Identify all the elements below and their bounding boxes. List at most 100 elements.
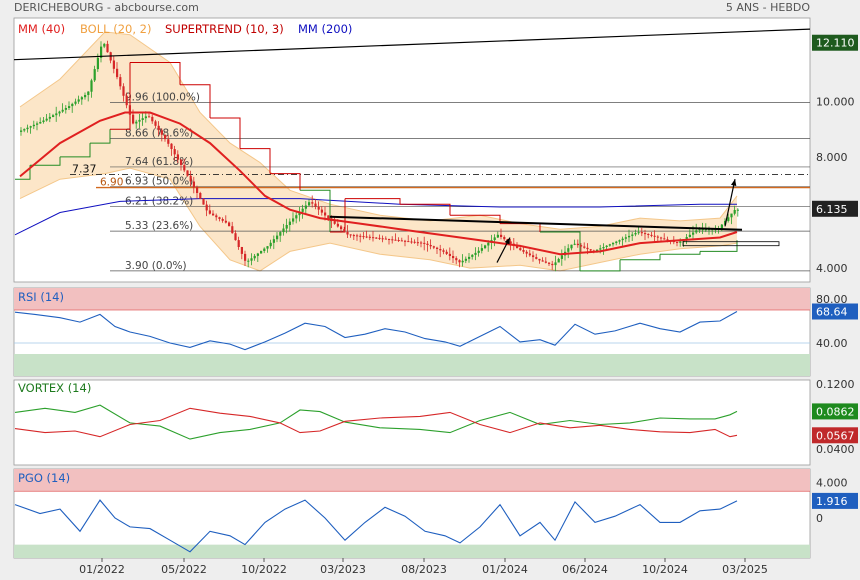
pgo-title: PGO (14) [18, 471, 70, 485]
chart-root: DERICHEBOURG - abcbourse.com 5 ANS - HEB… [0, 0, 860, 580]
candle-body [660, 237, 663, 239]
candle-body [400, 240, 403, 242]
chart-svg: 9.96 (100.0%)8.66 (78.6%)7.64 (61.8%)6.9… [13, 17, 858, 576]
candle-body [621, 238, 624, 241]
candle-body [378, 237, 381, 239]
candle-body [560, 255, 563, 259]
panel-vortex [13, 379, 811, 466]
legend-entry: MM (40) [18, 22, 65, 36]
candle-body [333, 221, 336, 224]
vortex-minus-label: 0.0567 [816, 429, 855, 442]
candle-body [356, 235, 359, 237]
candle-body [228, 222, 231, 227]
candle-body [429, 245, 432, 247]
candle-body [221, 219, 224, 221]
y-tick-label: 0.0400 [816, 443, 855, 456]
candle-body [464, 258, 467, 261]
y-tick-label: 6.135 [816, 203, 848, 216]
candle-body [644, 233, 647, 235]
candle-body [87, 91, 90, 95]
candle-body [554, 262, 557, 266]
candle-body [292, 218, 295, 222]
candle-body [580, 245, 583, 247]
candle-body [647, 234, 650, 235]
candle-body [160, 130, 163, 135]
legend-entry: SUPERTREND (10, 3) [165, 22, 284, 36]
candle-body [231, 226, 234, 234]
candle-body [74, 101, 77, 104]
candle-body [608, 244, 611, 246]
candle-body [432, 246, 435, 248]
candle-body [250, 258, 253, 261]
candle-body [362, 236, 365, 238]
candle-body [90, 80, 93, 92]
candle-body [343, 229, 346, 232]
candle-body [183, 165, 186, 171]
candle-body [570, 244, 573, 249]
candle-body [663, 238, 666, 240]
candle-body [112, 60, 115, 69]
candle-body [653, 235, 656, 237]
candle-body [125, 95, 128, 106]
candle-body [96, 57, 99, 70]
candle-body [519, 248, 522, 250]
candle-body [52, 115, 55, 117]
candle-body [496, 234, 499, 238]
candle-body [452, 256, 455, 259]
candle-body [404, 240, 407, 242]
candle-body [311, 202, 314, 204]
vortex-plus-label: 0.0862 [816, 405, 855, 418]
candle-body [141, 118, 144, 120]
candle-body [586, 247, 589, 250]
candle-body [157, 125, 160, 131]
rsi-title: RSI (14) [18, 290, 64, 304]
x-tick-label: 10/2022 [241, 563, 287, 576]
fib-label: 3.90 (0.0%) [125, 260, 187, 272]
candle-body [93, 69, 96, 81]
candle-body [445, 251, 448, 254]
candle-body [314, 203, 317, 207]
x-tick-label: 01/2022 [79, 563, 125, 576]
candle-body [442, 250, 445, 252]
fib-label: 6.93 (50.0%) [125, 176, 193, 188]
candle-body [688, 234, 691, 237]
candle-body [186, 170, 189, 176]
candle-body [676, 242, 679, 243]
candle-body [263, 248, 266, 251]
candle-body [116, 68, 119, 78]
candle-body [349, 234, 352, 236]
candle-body [272, 239, 275, 243]
annotation-label-690: 6.90 [100, 177, 123, 189]
candle-body [692, 232, 695, 235]
y-tick-label: 4.000 [816, 262, 848, 275]
candle-body [480, 248, 483, 251]
candle-body [196, 187, 199, 193]
candle-body [64, 108, 67, 110]
x-tick-label: 05/2022 [161, 563, 207, 576]
candle-body [525, 251, 528, 254]
candle-body [80, 97, 83, 100]
candle-body [650, 234, 653, 236]
legend-entry: MM (200) [298, 22, 352, 36]
candle-body [205, 204, 208, 211]
candle-body [176, 154, 179, 160]
candle-body [471, 254, 474, 257]
fib-label: 9.96 (100.0%) [125, 91, 200, 103]
candle-body [730, 213, 733, 218]
candle-body [391, 239, 394, 241]
candle-body [720, 224, 723, 229]
x-tick-label: 03/2023 [320, 563, 366, 576]
candle-body [455, 258, 458, 261]
candle-body [308, 202, 311, 206]
candle-body [282, 228, 285, 233]
annotation-label-737: 7.37 [72, 162, 97, 175]
candle-body [551, 263, 554, 266]
candle-body [352, 235, 355, 237]
candle-body [173, 149, 176, 155]
candle-body [77, 99, 80, 102]
candle-body [468, 256, 471, 259]
candle-body [736, 209, 739, 211]
candle-body [23, 129, 26, 131]
candle-body [493, 237, 496, 241]
candle-body [164, 134, 167, 140]
